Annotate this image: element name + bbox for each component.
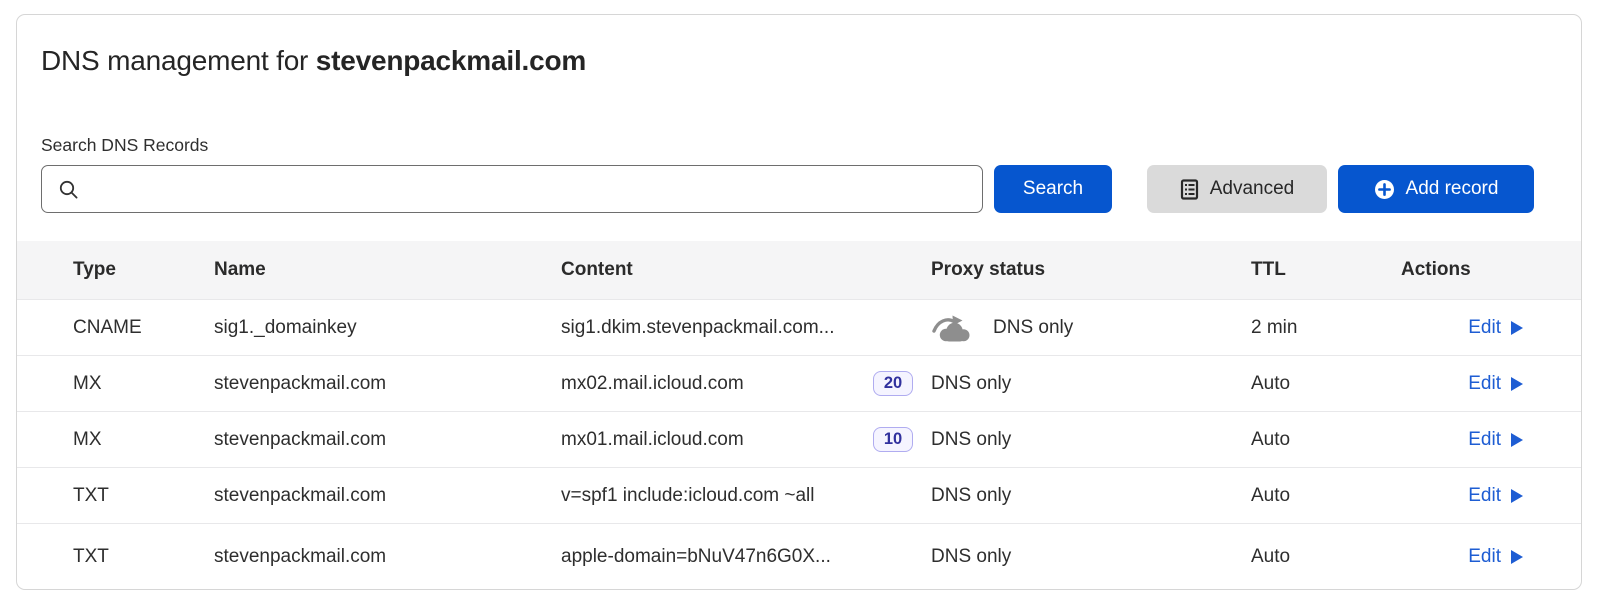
cell-content: v=spf1 include:icloud.com ~all [561,485,931,507]
cell-name: stevenpackmail.com [214,485,561,507]
edit-link[interactable]: Edit [1468,546,1523,568]
cell-actions: Edit [1401,373,1523,395]
cell-proxy-status: DNS only [931,312,1251,343]
cell-content: mx02.mail.icloud.com 20 [561,371,931,397]
table-row: MX stevenpackmail.com mx02.mail.icloud.c… [17,355,1582,411]
search-label: Search DNS Records [41,135,208,156]
cell-type: CNAME [73,317,214,339]
cell-ttl: Auto [1251,546,1401,568]
plus-circle-icon [1374,179,1395,200]
cell-type: TXT [73,485,214,507]
list-document-icon [1180,179,1199,200]
cell-proxy-status: DNS only [931,546,1251,568]
advanced-button[interactable]: Advanced [1147,165,1327,213]
table-row: TXT stevenpackmail.com v=spf1 include:ic… [17,467,1582,523]
table-row: CNAME sig1._domainkey sig1.dkim.stevenpa… [17,299,1582,355]
cell-actions: Edit [1401,546,1523,568]
add-record-label: Add record [1406,178,1499,200]
advanced-button-label: Advanced [1210,178,1295,200]
cell-name: stevenpackmail.com [214,546,561,568]
cell-proxy-status: DNS only [931,429,1251,451]
cell-content: mx01.mail.icloud.com 10 [561,427,931,453]
column-header-ttl: TTL [1251,259,1401,281]
cell-actions: Edit [1401,317,1523,339]
triangle-right-icon [1511,321,1523,335]
cell-content: apple-domain=bNuV47n6G0X... [561,546,931,568]
cell-name: stevenpackmail.com [214,373,561,395]
triangle-right-icon [1511,489,1523,503]
edit-link[interactable]: Edit [1468,317,1523,339]
cell-type: MX [73,429,214,451]
dns-management-card: DNS management for stevenpackmail.com Se… [16,14,1582,590]
cell-ttl: Auto [1251,485,1401,507]
cell-name: sig1._domainkey [214,317,561,339]
page-title-prefix: DNS management for [41,45,316,76]
cell-ttl: Auto [1251,429,1401,451]
column-header-type: Type [73,259,214,281]
column-header-content: Content [561,259,931,281]
cell-proxy-status: DNS only [931,373,1251,395]
edit-link[interactable]: Edit [1468,373,1523,395]
search-input-wrapper [41,165,983,213]
search-input[interactable] [42,166,982,212]
cell-actions: Edit [1401,485,1523,507]
table-header-row: Type Name Content Proxy status TTL Actio… [17,241,1582,299]
search-icon [58,179,80,201]
mx-priority-badge: 20 [873,371,913,397]
column-header-actions: Actions [1401,259,1523,281]
triangle-right-icon [1511,377,1523,391]
page-title: DNS management for stevenpackmail.com [41,45,586,77]
cell-type: MX [73,373,214,395]
triangle-right-icon [1511,433,1523,447]
table-row: TXT stevenpackmail.com apple-domain=bNuV… [17,523,1582,589]
cell-ttl: Auto [1251,373,1401,395]
add-record-button[interactable]: Add record [1338,165,1534,213]
triangle-right-icon [1511,550,1523,564]
mx-priority-badge: 10 [873,427,913,453]
cell-ttl: 2 min [1251,317,1401,339]
cell-proxy-status: DNS only [931,485,1251,507]
dns-records-table: Type Name Content Proxy status TTL Actio… [17,241,1582,589]
cell-actions: Edit [1401,429,1523,451]
search-button[interactable]: Search [994,165,1112,213]
cell-type: TXT [73,546,214,568]
edit-link[interactable]: Edit [1468,429,1523,451]
page-title-domain: stevenpackmail.com [316,45,586,76]
edit-link[interactable]: Edit [1468,485,1523,507]
table-row: MX stevenpackmail.com mx01.mail.icloud.c… [17,411,1582,467]
dns-only-cloud-icon [931,312,977,343]
column-header-proxy-status: Proxy status [931,259,1251,281]
cell-content: sig1.dkim.stevenpackmail.com... [561,317,931,339]
column-header-name: Name [214,259,561,281]
search-controls-row: Search Advanced [41,165,1559,213]
cell-name: stevenpackmail.com [214,429,561,451]
